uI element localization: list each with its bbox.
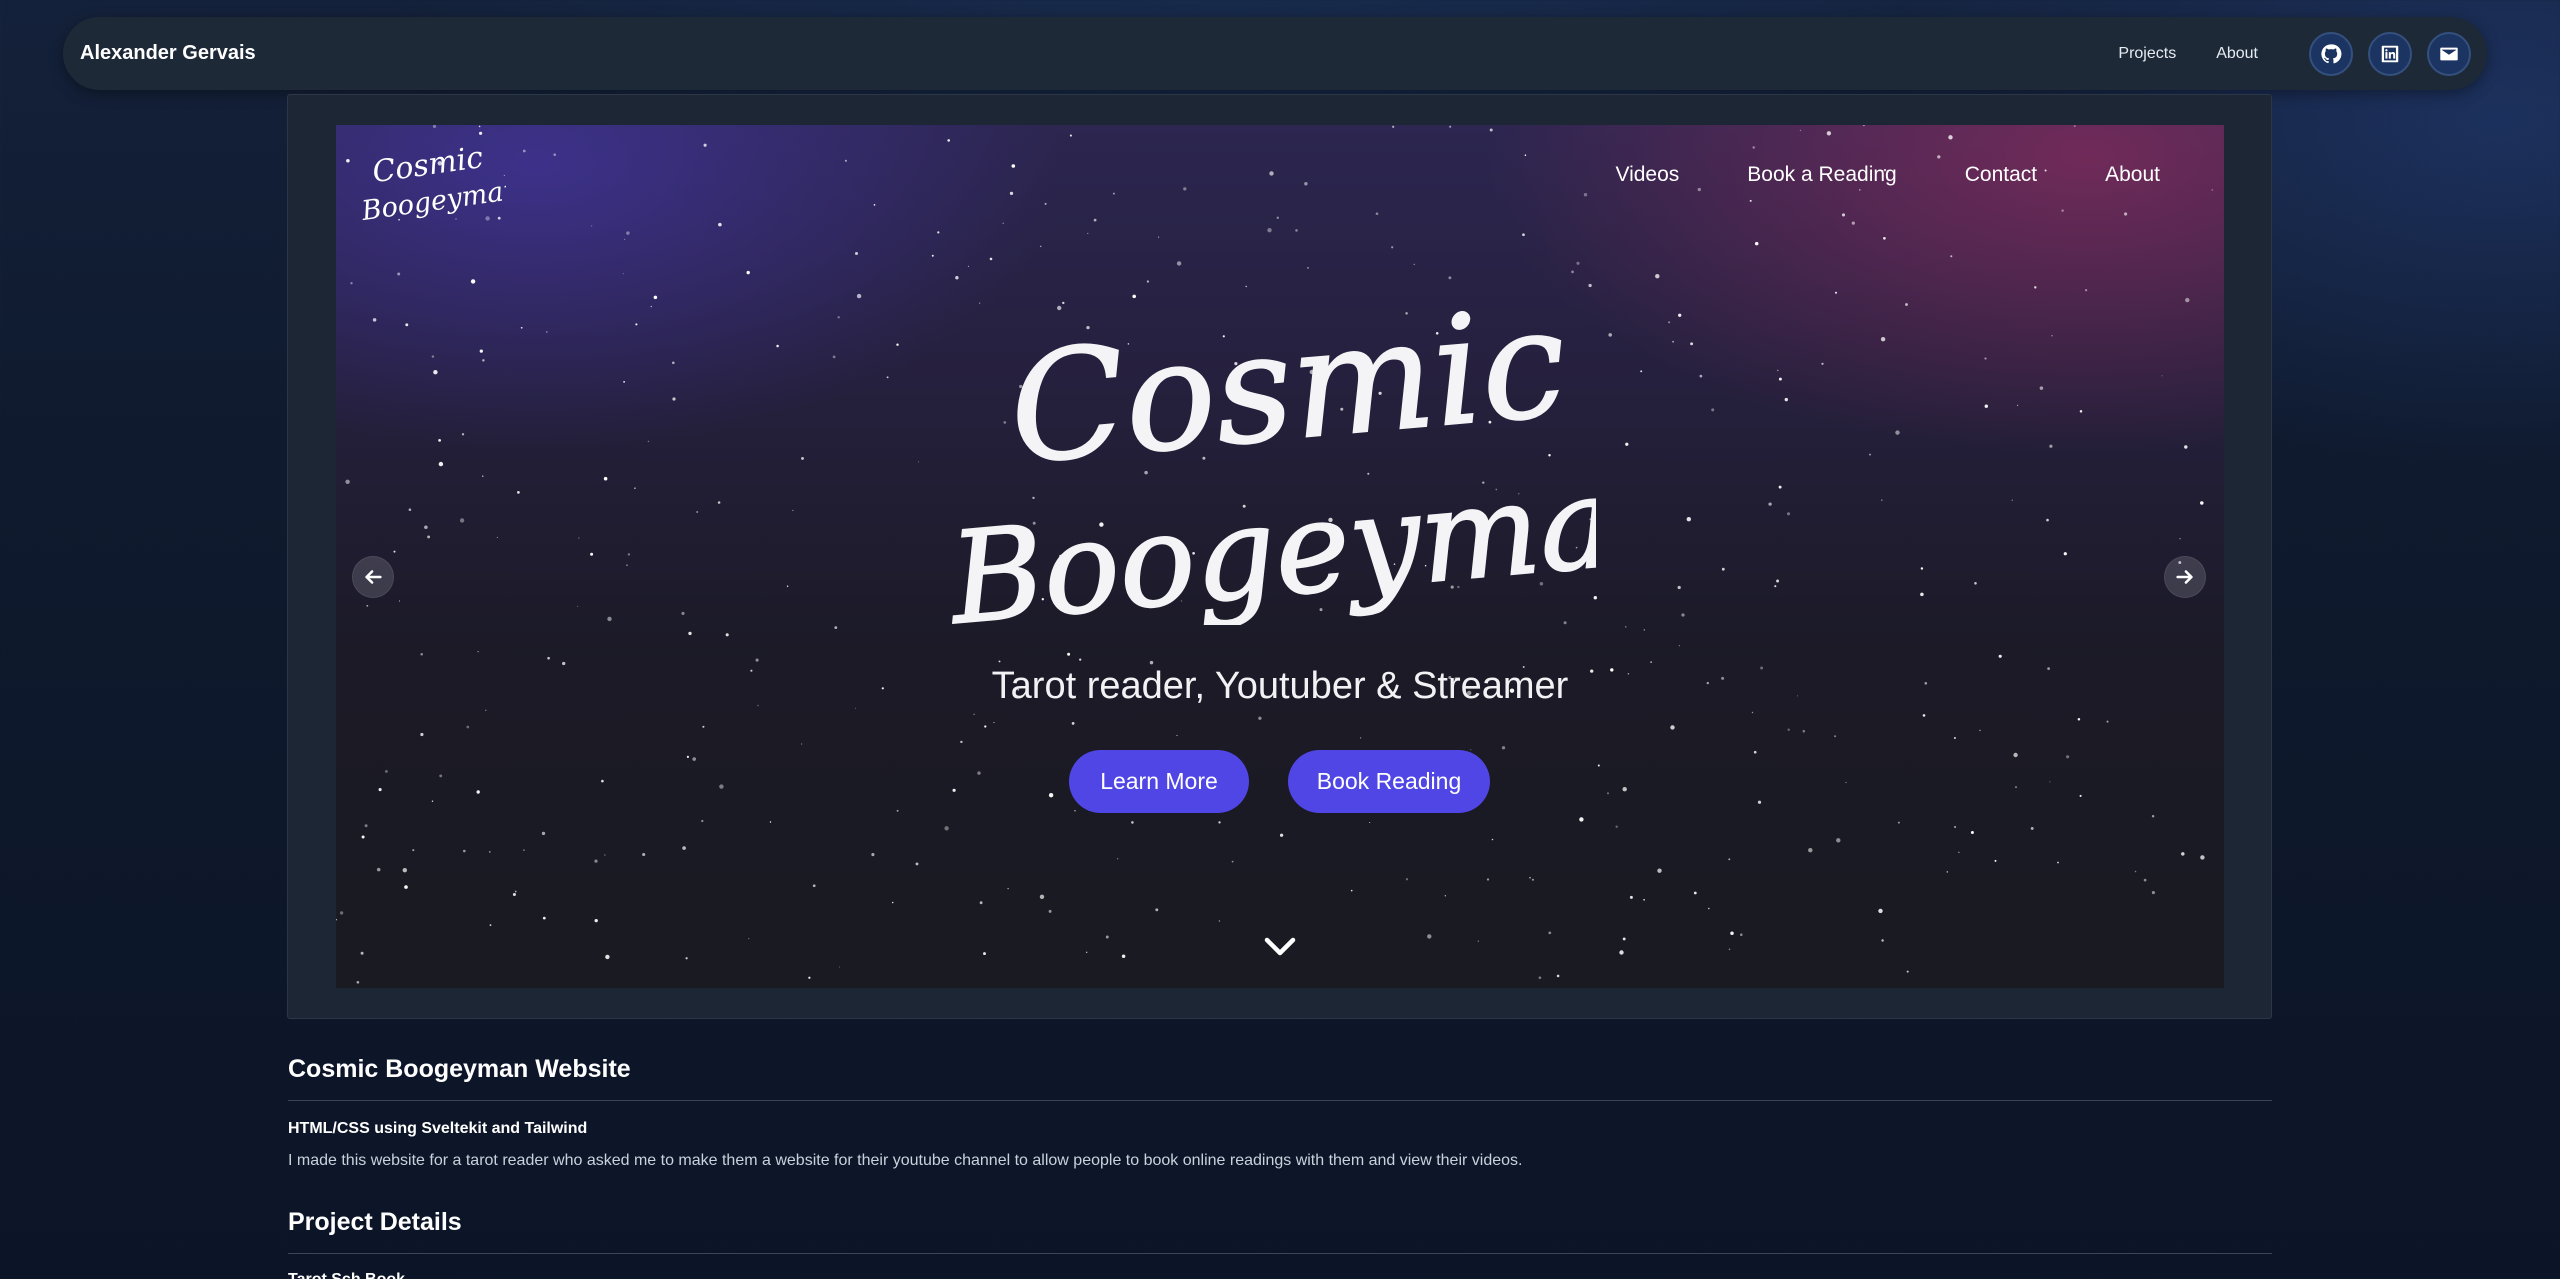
email-button[interactable] — [2427, 31, 2471, 76]
carousel-prev-button[interactable] — [352, 556, 394, 598]
nav-projects-link[interactable]: Projects — [2118, 45, 2176, 63]
project-details-item: Tarot Sch Book — [288, 1271, 405, 1279]
hero-tagline: Tarot reader, Youtuber & Streamer — [991, 665, 1569, 707]
chevron-down-icon[interactable] — [1263, 935, 1297, 959]
cosmic-boogeyman-logo[interactable]: Cosmic Boogeyman — [356, 139, 506, 221]
project-screenshot-hero: Cosmic Boogeyman Videos Book a Reading C… — [336, 125, 2224, 988]
site-header: Alexander Gervais Projects About — [63, 17, 2487, 90]
linkedin-icon — [2381, 45, 2399, 62]
project-preview-frame: Cosmic Boogeyman Videos Book a Reading C… — [287, 94, 2272, 1019]
arrow-right-icon — [2176, 570, 2193, 584]
project-description: I made this website for a tarot reader w… — [288, 1152, 1523, 1169]
nav-about-link[interactable]: About — [2216, 45, 2258, 63]
hero-nav-book-reading[interactable]: Book a Reading — [1747, 163, 1896, 187]
hero-nav: Videos Book a Reading Contact About — [1615, 163, 2224, 187]
project-title: Cosmic Boogeyman Website — [288, 1055, 631, 1083]
github-button[interactable] — [2309, 31, 2353, 76]
book-reading-button[interactable]: Book Reading — [1288, 750, 1490, 813]
hero-title-logo: Cosmic Boogeyman — [942, 295, 1596, 625]
section-divider — [288, 1100, 2272, 1101]
arrow-left-icon — [365, 570, 382, 584]
linkedin-button[interactable] — [2368, 31, 2412, 76]
section-divider — [288, 1253, 2272, 1254]
learn-more-button[interactable]: Learn More — [1069, 750, 1249, 813]
mail-icon — [2440, 47, 2458, 60]
hero-nav-about[interactable]: About — [2105, 163, 2160, 187]
site-brand[interactable]: Alexander Gervais — [80, 42, 256, 65]
hero-nav-contact[interactable]: Contact — [1965, 163, 2037, 187]
carousel-next-button[interactable] — [2164, 556, 2206, 598]
github-icon — [2321, 43, 2342, 63]
project-details-heading: Project Details — [288, 1208, 462, 1236]
project-tech-stack: HTML/CSS using Sveltekit and Tailwind — [288, 1120, 588, 1137]
hero-nav-videos[interactable]: Videos — [1615, 163, 1679, 187]
